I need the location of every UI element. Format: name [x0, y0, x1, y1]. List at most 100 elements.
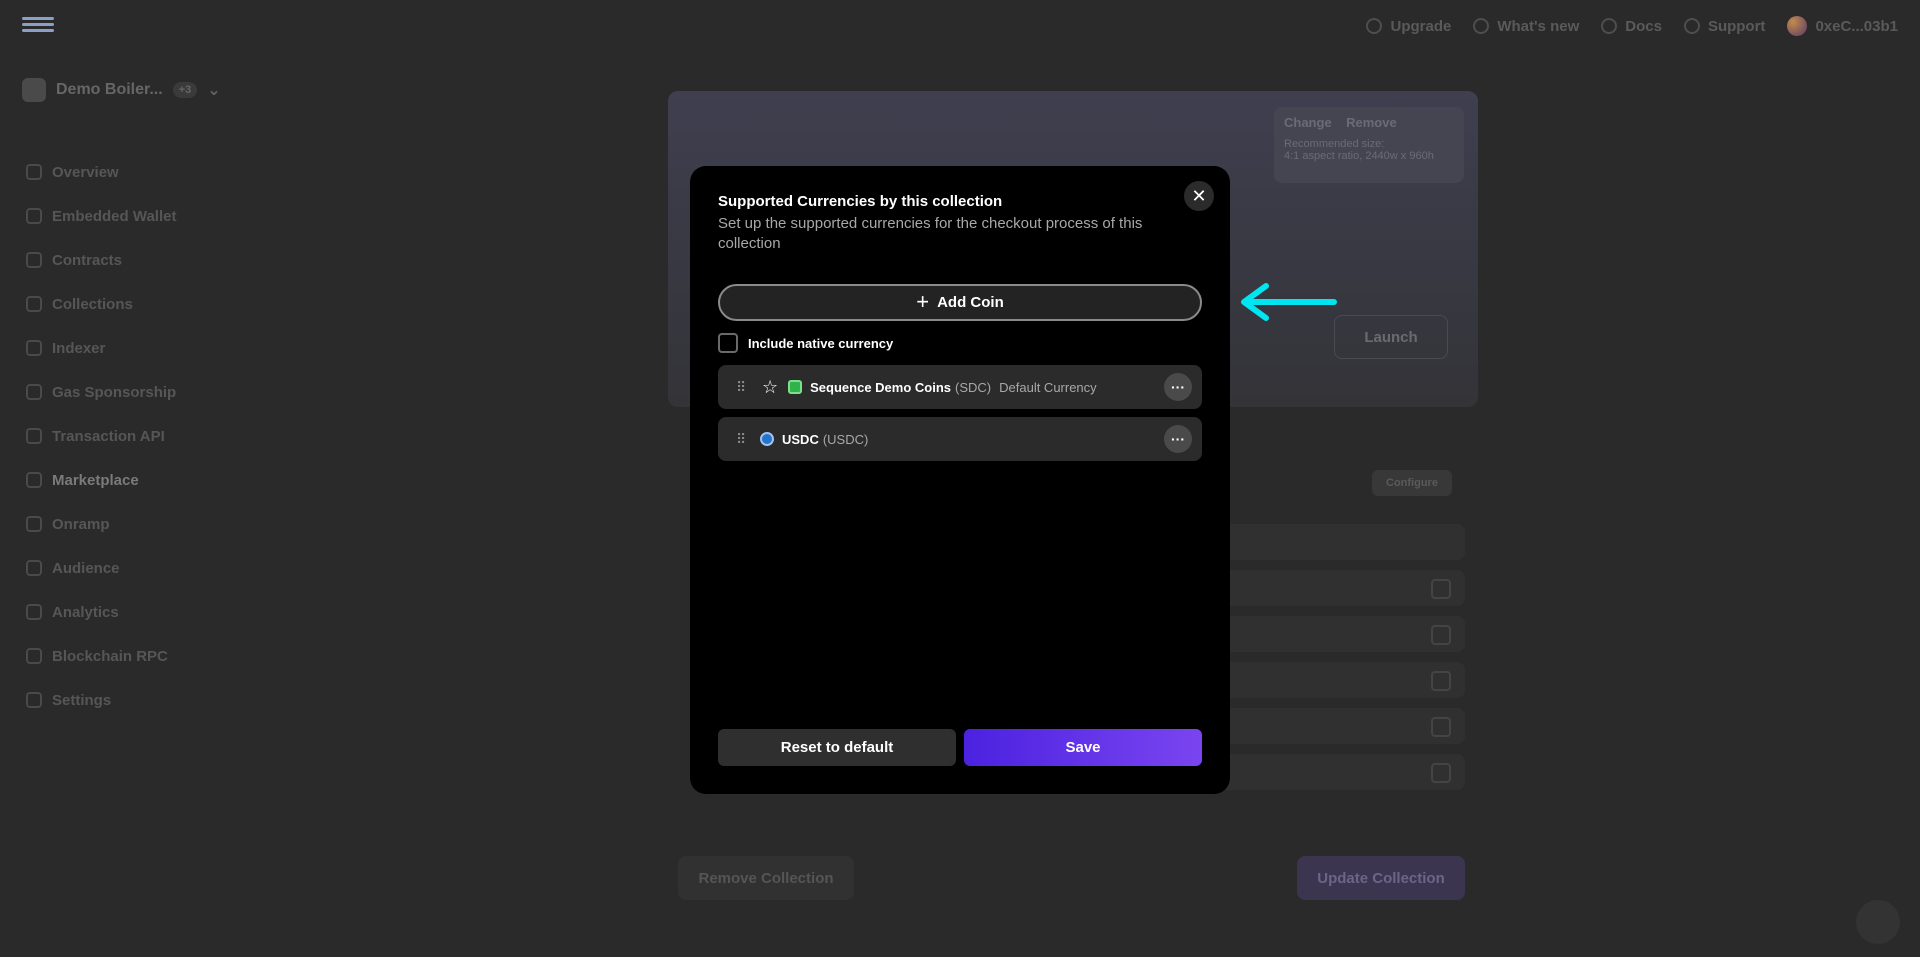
drag-handle-icon[interactable]: ⠿	[736, 431, 752, 448]
configure-button[interactable]: Configure	[1372, 470, 1452, 496]
sidebar-item-gas-sponsorship[interactable]: Gas Sponsorship	[26, 370, 176, 414]
checkbox[interactable]	[1431, 625, 1451, 645]
close-icon: ✕	[1191, 185, 1207, 206]
store-icon	[26, 472, 42, 488]
layers-icon	[26, 296, 42, 312]
background-row	[1210, 524, 1465, 560]
sidebar-item-label: Collections	[52, 295, 133, 313]
sdc-coin-icon	[788, 380, 803, 394]
chart-icon	[26, 604, 42, 620]
background-row	[1210, 570, 1465, 606]
sidebar-item-label: Indexer	[52, 339, 106, 357]
sidebar-item-analytics[interactable]: Analytics	[26, 590, 176, 634]
project-avatar	[22, 78, 46, 102]
support-link[interactable]: Support	[1683, 17, 1766, 35]
chevron-down-icon: ⌄	[207, 82, 221, 99]
project-name: Demo Boiler...	[56, 81, 163, 98]
drag-handle-icon[interactable]: ⠿	[736, 379, 752, 396]
sidebar-item-label: Contracts	[52, 251, 123, 269]
usdc-coin-icon	[760, 432, 774, 446]
book-icon	[1601, 18, 1618, 34]
sidebar-item-label: Onramp	[52, 515, 110, 533]
sidebar-item-overview[interactable]: Overview	[26, 150, 176, 194]
coin-name: USDC	[782, 431, 819, 447]
background-row	[1210, 662, 1465, 698]
checkbox[interactable]	[1431, 763, 1451, 783]
remove-collection-button[interactable]: Remove Collection	[678, 856, 854, 900]
docs-label: Docs	[1625, 17, 1662, 35]
supported-currencies-modal: ✕ Supported Currencies by this collectio…	[690, 166, 1230, 794]
sidebar-item-label: Gas Sponsorship	[52, 383, 177, 401]
account-menu[interactable]: 0xeC...03b1	[1787, 16, 1898, 36]
coin-name: Sequence Demo Coins	[810, 379, 952, 395]
home-icon	[26, 164, 42, 180]
network-count-badge: +3	[172, 82, 198, 98]
more-options-button[interactable]: ···	[1164, 425, 1192, 453]
include-native-checkbox[interactable]	[718, 333, 738, 353]
sidebar-item-label: Embedded Wallet	[52, 207, 177, 225]
sidebar-item-label: Overview	[52, 163, 119, 181]
sidebar-item-embedded-wallet[interactable]: Embedded Wallet	[26, 194, 176, 238]
avatar	[1787, 16, 1808, 36]
sidebar-item-contracts[interactable]: Contracts	[26, 238, 176, 282]
reset-to-default-button[interactable]: Reset to default	[718, 729, 956, 766]
app-root: Upgrade What's new Docs Support 0xeC...0…	[0, 0, 1920, 957]
sidebar-item-audience[interactable]: Audience	[26, 546, 176, 590]
include-native-currency[interactable]: Include native currency	[718, 333, 1202, 353]
coin-row-usdc[interactable]: ⠿ USDC (USDC) ···	[718, 417, 1202, 461]
gas-icon	[26, 384, 42, 400]
support-label: Support	[1707, 17, 1766, 35]
rpc-icon	[26, 648, 42, 664]
whats-new-link[interactable]: What's new	[1473, 18, 1579, 35]
headset-icon	[1683, 18, 1700, 34]
sidebar-item-settings[interactable]: Settings	[26, 678, 176, 722]
sidebar-item-label: Transaction API	[52, 427, 165, 445]
upgrade-icon	[1366, 18, 1383, 34]
modal-subtitle: Set up the supported currencies for the …	[718, 215, 1143, 252]
more-options-button[interactable]: ···	[1164, 373, 1192, 401]
checkbox[interactable]	[1431, 717, 1451, 737]
sidebar-item-marketplace[interactable]: Marketplace	[26, 458, 176, 502]
account-address: 0xeC...03b1	[1815, 17, 1898, 35]
banner-change-button[interactable]: Change	[1284, 115, 1332, 130]
sidebar-item-collections[interactable]: Collections	[26, 282, 176, 326]
checkbox[interactable]	[1431, 671, 1451, 691]
help-chat-button[interactable]	[1856, 900, 1900, 944]
background-row	[1210, 616, 1465, 652]
default-currency-badge: Default Currency	[999, 379, 1097, 395]
upgrade-label: Upgrade	[1390, 17, 1452, 35]
sidebar-item-blockchain-rpc[interactable]: Blockchain RPC	[26, 634, 176, 678]
sidebar-item-onramp[interactable]: Onramp	[26, 502, 176, 546]
sidebar-item-indexer[interactable]: Indexer	[26, 326, 176, 370]
api-icon	[26, 428, 42, 444]
checkbox[interactable]	[1431, 579, 1451, 599]
sidebar-item-transaction-api[interactable]: Transaction API	[26, 414, 176, 458]
background-row	[1210, 754, 1465, 790]
project-switcher[interactable]: Demo Boiler... +3 ⌄	[22, 78, 221, 102]
include-native-label: Include native currency	[748, 335, 894, 351]
gear-icon	[26, 692, 42, 708]
coin-row-sdc[interactable]: ⠿ ☆ Sequence Demo Coins (SDC) Default Cu…	[718, 365, 1202, 409]
wallet-icon	[26, 208, 42, 224]
star-icon[interactable]: ☆	[762, 377, 778, 398]
add-coin-button[interactable]: + Add Coin	[718, 284, 1202, 321]
update-collection-button[interactable]: Update Collection	[1297, 856, 1465, 900]
banner-hint: Change Remove Recommended size: 4:1 aspe…	[1274, 107, 1464, 183]
arrow-left-icon	[1241, 283, 1337, 321]
menu-logo-icon[interactable]	[22, 14, 54, 38]
launch-button[interactable]: Launch	[1334, 315, 1448, 359]
banner-hint-line1: Recommended size:	[1284, 138, 1385, 150]
docs-link[interactable]: Docs	[1601, 18, 1662, 35]
banner-remove-button[interactable]: Remove	[1346, 115, 1397, 130]
audience-icon	[26, 560, 42, 576]
add-coin-label: Add Coin	[937, 294, 1004, 311]
sidebar-item-label: Audience	[52, 559, 120, 577]
sidebar-item-label: Marketplace	[52, 471, 139, 489]
save-button[interactable]: Save	[964, 729, 1202, 766]
upgrade-link[interactable]: Upgrade	[1366, 18, 1451, 35]
contract-icon	[26, 252, 42, 268]
modal-footer: Reset to default Save	[718, 729, 1202, 766]
close-button[interactable]: ✕	[1184, 181, 1214, 211]
grid-icon	[26, 340, 42, 356]
sidebar-item-label: Settings	[52, 691, 112, 709]
